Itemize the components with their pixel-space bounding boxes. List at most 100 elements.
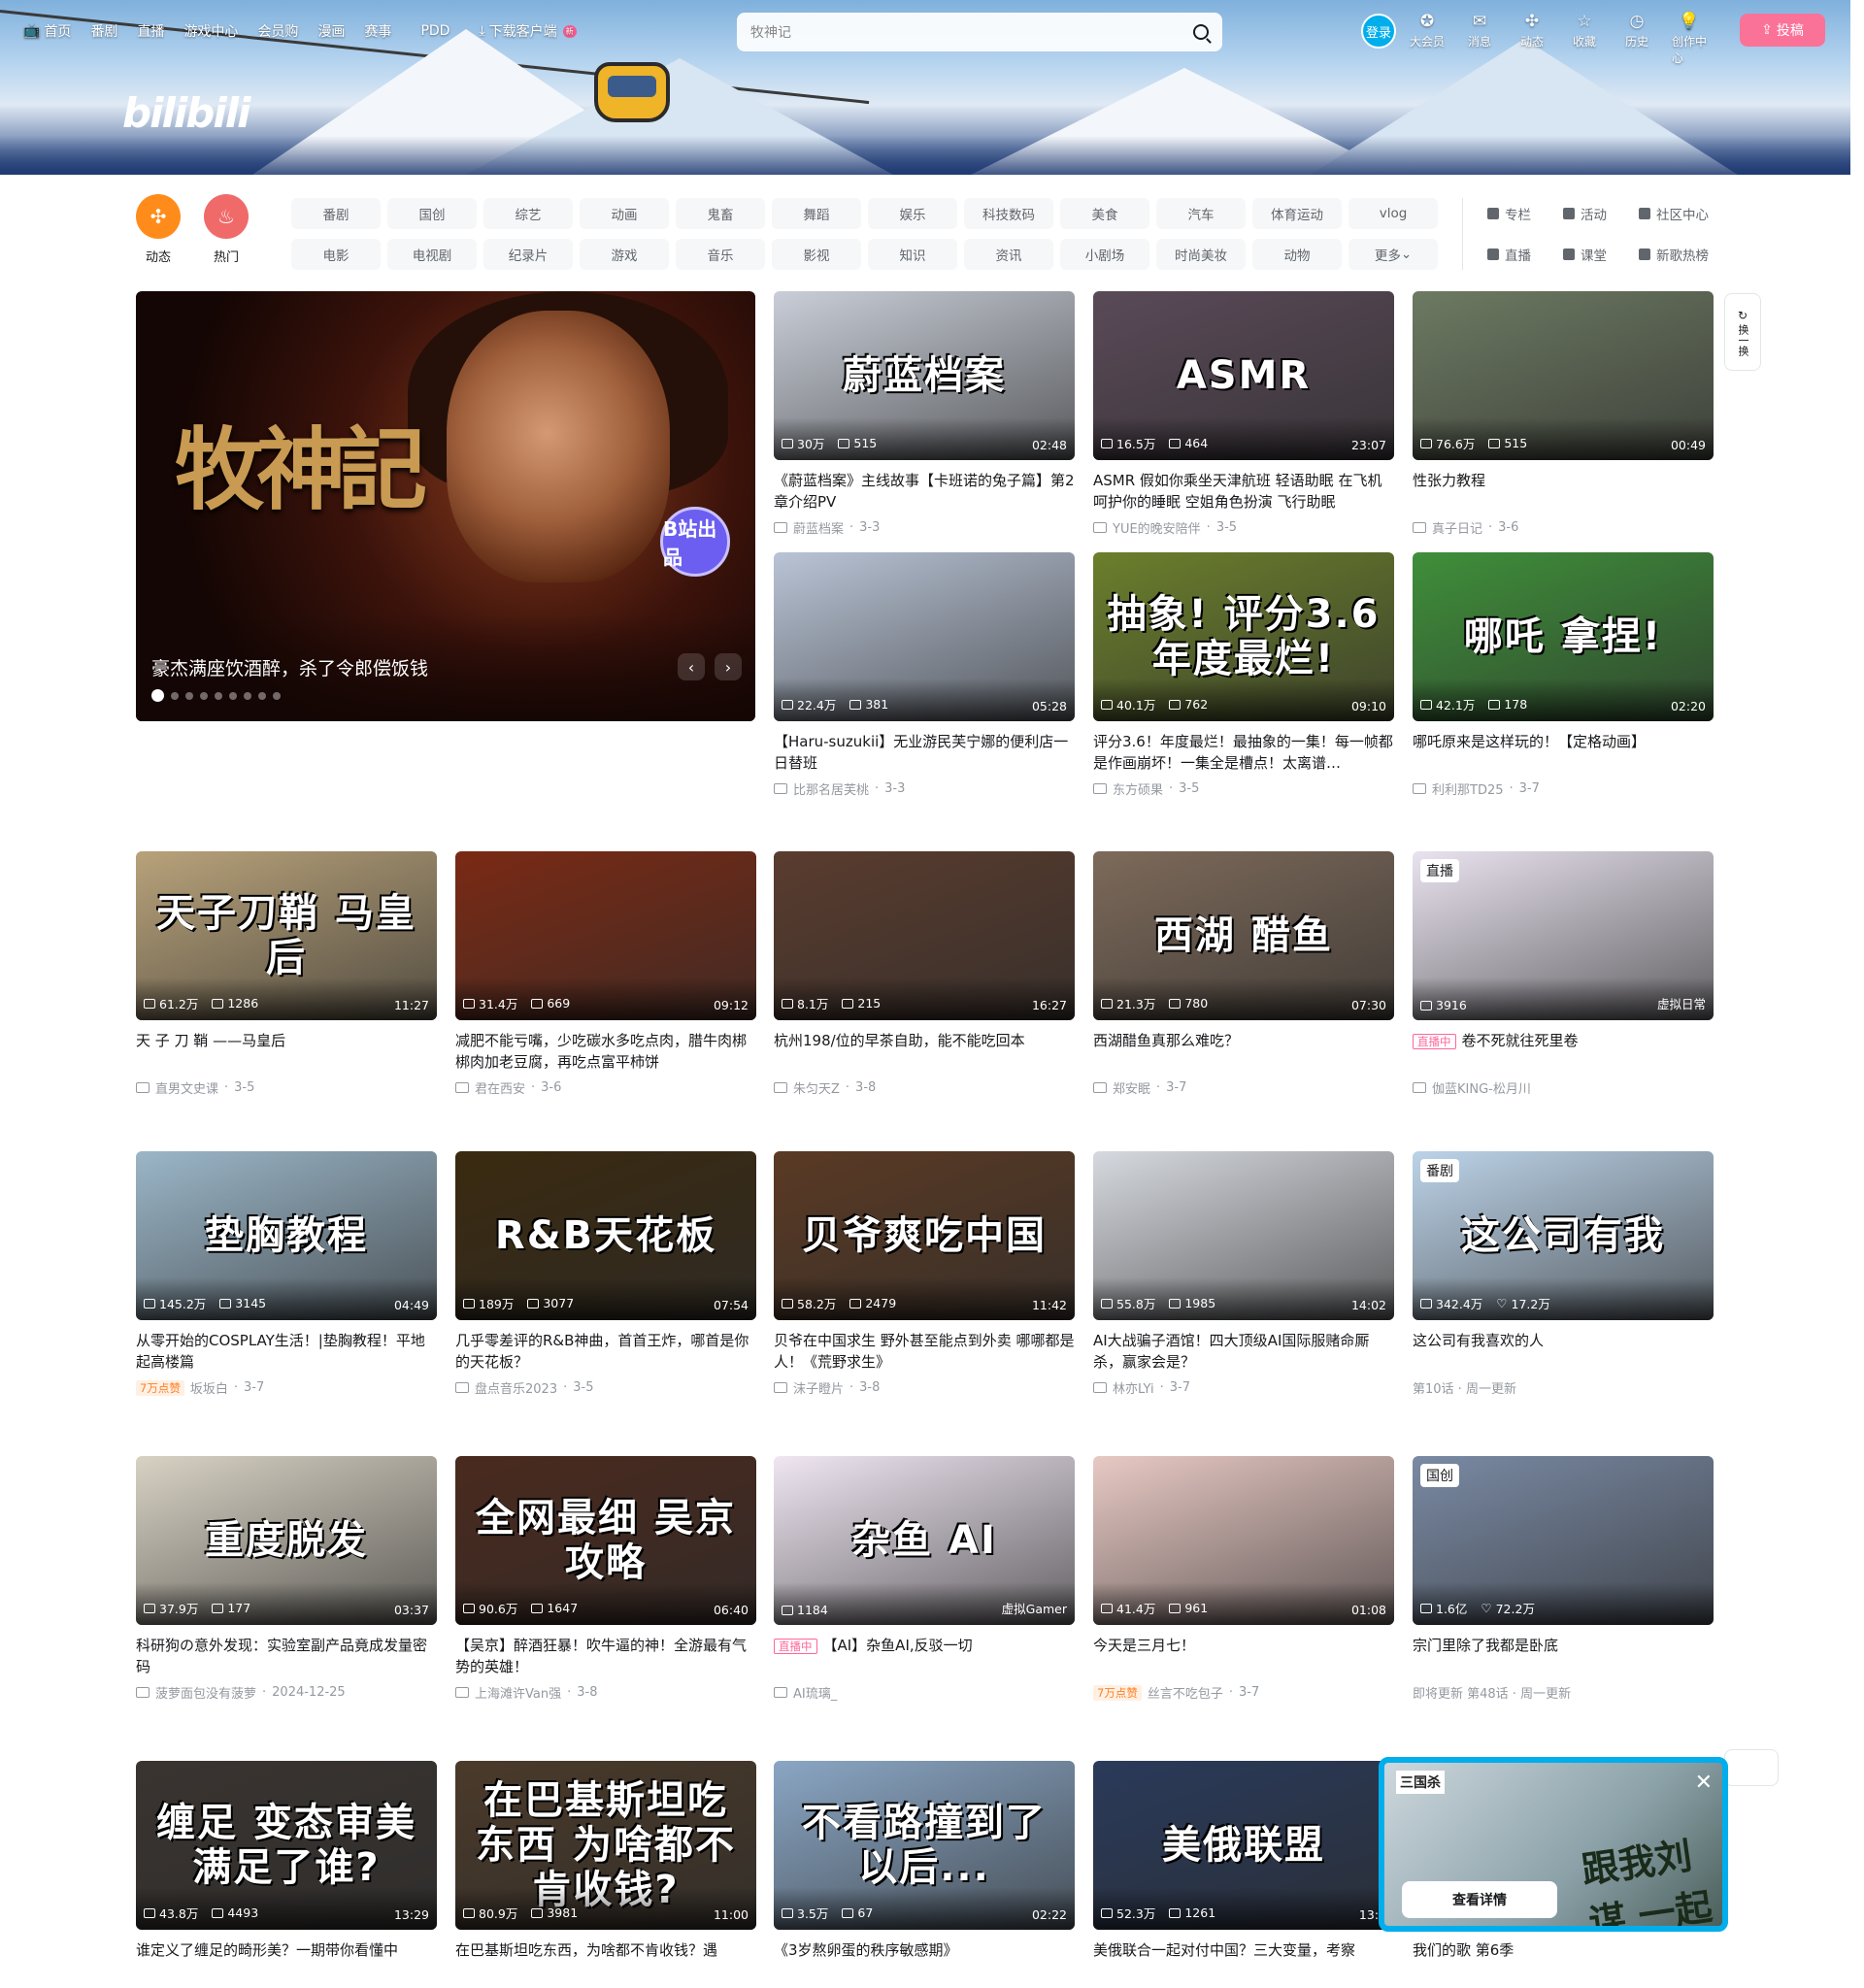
video-thumbnail[interactable]: 不看路撞到了以后... 3.5万 67 02:22	[774, 1761, 1075, 1930]
video-card[interactable]: 杂鱼 AI 1184 虚拟Gamer 直播中 【AI】杂鱼AI,反驳一切 AI琉璃_	[774, 1456, 1075, 1702]
video-title[interactable]: 宗门里除了我都是卧底	[1413, 1635, 1714, 1677]
video-card[interactable]: ASMR 16.5万 464 23:07 ASMR 假如你乘坐天津航班 轻语助眠 在飞机…	[1093, 291, 1394, 537]
video-thumbnail[interactable]: 31.4万 669 09:12	[455, 851, 756, 1020]
video-thumbnail[interactable]: 重度脱发 37.9万 177 03:37	[136, 1456, 437, 1625]
channel-tag[interactable]: 国创	[387, 198, 477, 229]
video-card[interactable]: 41.4万 961 01:08 今天是三月七！ 7万点赞 丝言不吃包子 · 3-7	[1093, 1456, 1394, 1702]
ad-detail-button[interactable]: 查看详情	[1402, 1881, 1557, 1918]
video-card[interactable]: 8.1万 215 16:27 杭州198/位的早茶自助，能不能吃回本 朱匀天Z · 3-8	[774, 851, 1075, 1097]
video-title[interactable]: 科研狗の意外发现：实验室副产品竟成发量密码	[136, 1635, 437, 1677]
floating-ad[interactable]: 三国杀 跟我刘谋 一起三谋 查看详情 ✕	[1379, 1757, 1728, 1932]
video-card[interactable]: 76.6万 515 00:49 性张力教程 真子日记 · 3-6	[1413, 291, 1714, 537]
channel-link[interactable]: 社区中心	[1639, 198, 1714, 229]
uploader-name[interactable]: 林亦LYi	[1113, 1378, 1154, 1397]
nav-download[interactable]: ⤓ 下载客户端新	[479, 21, 577, 41]
video-title[interactable]: 性张力教程	[1413, 470, 1714, 513]
video-thumbnail[interactable]: 55.8万 1985 14:02	[1093, 1151, 1394, 1320]
uploader-name[interactable]: 东方硕果	[1113, 779, 1163, 798]
carousel-dot[interactable]	[185, 691, 193, 700]
nav-manga[interactable]: 漫画	[317, 21, 345, 41]
video-title[interactable]: 谁定义了缠足的畸形美？一期带你看懂中	[136, 1939, 437, 1982]
uploader-name[interactable]: 坂坂白	[190, 1378, 228, 1397]
video-card[interactable]: R&B天花板 189万 3077 07:54 几乎零差评的R&B神曲，首首王炸，哪首是你…	[455, 1151, 756, 1397]
video-title[interactable]: 减肥不能亏嘴，少吃碳水多吃点肉，腊牛肉梆梆肉加老豆腐，再吃点富平柿饼	[455, 1030, 756, 1073]
video-card[interactable]: 全网最细 吴京攻略 90.6万 1647 06:40 【吴京】醉酒狂暴！吹牛逼的神！全游…	[455, 1456, 756, 1702]
carousel-dot[interactable]	[151, 689, 164, 702]
video-title[interactable]: 我们的歌 第6季	[1413, 1939, 1714, 1982]
video-title[interactable]: AI大战骗子酒馆！四大顶级AI国际服赌命厮杀，赢家会是？	[1093, 1330, 1394, 1373]
uploader-name[interactable]: 比那名居芙桃	[793, 779, 869, 798]
favorites-button[interactable]: ☆ 收藏	[1567, 12, 1602, 66]
video-thumbnail[interactable]: 西湖 醋鱼 21.3万 780 07:30	[1093, 851, 1394, 1020]
video-card[interactable]: 在巴基斯坦吃东西 为啥都不肯收钱?80.9万398111:00 在巴基斯坦吃东西，…	[455, 1761, 756, 1988]
channel-tag[interactable]: 电影	[291, 239, 381, 270]
video-thumbnail[interactable]: 这公司有我 番剧 342.4万 ♡ 17.2万	[1413, 1151, 1714, 1320]
nav-live[interactable]: 直播	[137, 21, 164, 41]
channel-tag[interactable]: 电视剧	[387, 239, 477, 270]
search-icon[interactable]	[1193, 24, 1209, 40]
video-card[interactable]: 重度脱发 37.9万 177 03:37 科研狗の意外发现：实验室副产品竟成发量密码菠萝…	[136, 1456, 437, 1702]
video-card[interactable]: 垫胸教程 145.2万 3145 04:49 从零开始的COSPLAY生活！|垫胸教程！…	[136, 1151, 437, 1397]
nav-home[interactable]: 📺 首页	[23, 21, 71, 41]
channel-link[interactable]: 新歌热榜	[1639, 239, 1714, 270]
uploader-name[interactable]: 真子日记	[1432, 518, 1482, 537]
video-title[interactable]: 直播中 【AI】杂鱼AI,反驳一切	[774, 1635, 1075, 1677]
video-title[interactable]: 在巴基斯坦吃东西，为啥都不肯收钱？遇	[455, 1939, 756, 1982]
video-thumbnail[interactable]: 抽象! 评分3.6 年度最烂! 40.1万 762 09:10	[1093, 552, 1394, 721]
video-card[interactable]: 国创 1.6亿 ♡ 72.2万 宗门里除了我都是卧底 即将更新 第48话 · 周一更新	[1413, 1456, 1714, 1702]
uploader-name[interactable]: 丝言不吃包子	[1148, 1683, 1223, 1702]
vip-button[interactable]: ✪ 大会员	[1410, 12, 1445, 66]
video-card[interactable]: 缠足 变态审美 满足了谁? 43.8万 4493 13:29 谁定义了缠足的畸形美？一期…	[136, 1761, 437, 1988]
channel-tag[interactable]: 动物	[1252, 239, 1342, 270]
channel-link[interactable]: 直播	[1487, 239, 1563, 270]
channel-tag[interactable]: 体育运动	[1252, 198, 1342, 229]
bilibili-logo[interactable]: bilibili	[122, 89, 251, 137]
video-thumbnail[interactable]: 天子刀鞘 马皇后 61.2万 1286 11:27	[136, 851, 437, 1020]
hero-caption[interactable]: 豪杰满座饮酒醉，杀了令郎偿饭钱	[151, 654, 428, 680]
nav-match[interactable]: 赛事	[364, 21, 391, 41]
uploader-name[interactable]: YUE的晚安陪伴	[1113, 518, 1201, 537]
video-title[interactable]: 美俄联合一起对付中国？三大变量，考察	[1093, 1939, 1394, 1982]
video-title[interactable]: 哪吒原来是这样玩的！【定格动画】	[1413, 731, 1714, 774]
carousel-dot[interactable]	[273, 691, 281, 700]
nav-bangumi[interactable]: 番剧	[90, 21, 117, 41]
nav-game-center[interactable]: 游戏中心	[183, 21, 238, 41]
video-card[interactable]: 直播 3916 虚拟日常 直播中 卷不死就往死里卷 伽蓝KING-松月川	[1413, 851, 1714, 1097]
video-thumbnail[interactable]: 在巴基斯坦吃东西 为啥都不肯收钱?80.9万398111:00	[455, 1761, 756, 1930]
video-thumbnail[interactable]: 全网最细 吴京攻略 90.6万 1647 06:40	[455, 1456, 756, 1625]
video-thumbnail[interactable]: 垫胸教程 145.2万 3145 04:49	[136, 1151, 437, 1320]
video-title[interactable]: 《蔚蓝档案》主线故事【卡班诺的兔子篇】第2章介绍PV	[774, 470, 1075, 513]
carousel-dot[interactable]	[171, 691, 179, 700]
uploader-name[interactable]: 盘点音乐2023	[475, 1378, 557, 1397]
uploader-name[interactable]: 伽蓝KING-松月川	[1432, 1078, 1531, 1097]
channel-tag[interactable]: 纪录片	[483, 239, 573, 270]
video-title[interactable]: 评分3.6！年度最烂！最抽象的一集！每一帧都是作画崩坏！一集全是槽点！太离谱…	[1093, 731, 1394, 774]
uploader-name[interactable]: 沫子瞪片	[793, 1378, 844, 1397]
channel-tag[interactable]: 时尚美妆	[1156, 239, 1246, 270]
uploader-name[interactable]: 菠萝面包没有菠萝	[155, 1683, 256, 1702]
channel-link[interactable]: 专栏	[1487, 198, 1563, 229]
video-card[interactable]: 抽象! 评分3.6 年度最烂! 40.1万 762 09:10 评分3.6！年度最烂！最…	[1093, 552, 1394, 798]
dynamic-button[interactable]: ✣ 动态	[1514, 12, 1549, 66]
nav-mall[interactable]: 会员购	[257, 21, 298, 41]
channel-tag[interactable]: 影视	[772, 239, 861, 270]
video-card[interactable]: 哪吒 拿捏! 42.1万 178 02:20 哪吒原来是这样玩的！【定格动画】 利利那TD…	[1413, 552, 1714, 798]
uploader-name[interactable]: AI琉璃_	[793, 1683, 837, 1702]
video-thumbnail[interactable]: 直播 3916 虚拟日常	[1413, 851, 1714, 1020]
video-card[interactable]: 不看路撞到了以后... 3.5万 67 02:22 《3岁熬卵蛋的秩序敏感期》	[774, 1761, 1075, 1988]
video-thumbnail[interactable]: 贝爷爽吃中国 58.2万 2479 11:42	[774, 1151, 1075, 1320]
channel-tag[interactable]: 美食	[1060, 198, 1149, 229]
video-card[interactable]: 31.4万 669 09:12 减肥不能亏嘴，少吃碳水多吃点肉，腊牛肉梆梆肉加老豆腐，…	[455, 851, 756, 1097]
channel-tag[interactable]: 番剧	[291, 198, 381, 229]
channel-link[interactable]: 活动	[1563, 198, 1639, 229]
nav-pdd[interactable]: PDD	[420, 23, 449, 39]
video-thumbnail[interactable]: 缠足 变态审美 满足了谁? 43.8万 4493 13:29	[136, 1761, 437, 1930]
channel-tag[interactable]: 知识	[868, 239, 957, 270]
video-title[interactable]: 几乎零差评的R&B神曲，首首王炸，哪首是你的天花板？	[455, 1330, 756, 1373]
carousel-prev-button[interactable]: ‹	[678, 653, 705, 680]
channel-tag[interactable]: 动画	[580, 198, 669, 229]
video-card[interactable]: 天子刀鞘 马皇后 61.2万 1286 11:27 天 子 刀 鞘 ——马皇后 直男文史课…	[136, 851, 437, 1097]
carousel-dot[interactable]	[200, 691, 208, 700]
video-thumbnail[interactable]: 美俄联盟 52.3万 1261 13:0	[1093, 1761, 1394, 1930]
video-thumbnail[interactable]: 8.1万 215 16:27	[774, 851, 1075, 1020]
